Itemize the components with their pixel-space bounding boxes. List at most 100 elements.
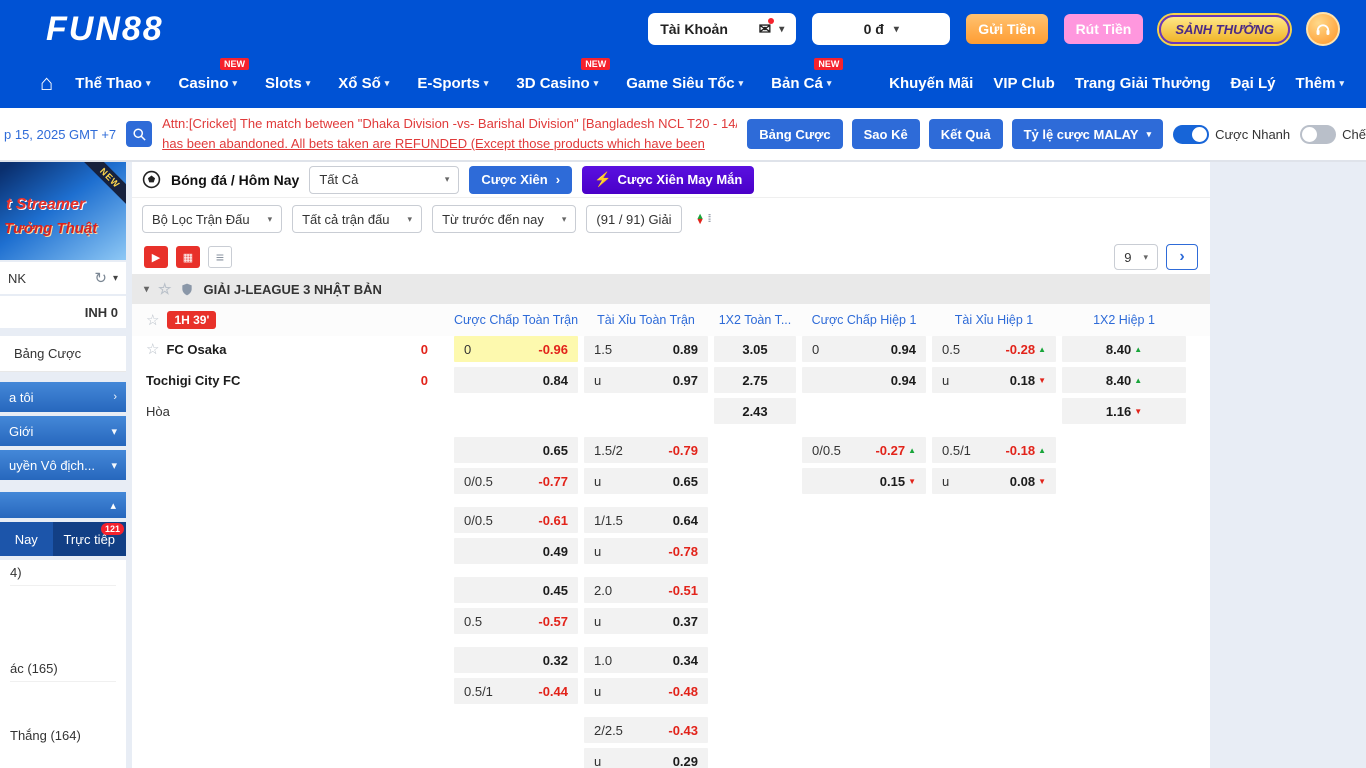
next-page-button[interactable]: › — [1166, 244, 1198, 270]
odds-cell[interactable]: 1/1.50.64 — [584, 507, 708, 533]
support-icon[interactable] — [1306, 12, 1340, 46]
sidebar-market-item[interactable]: ác (165) — [10, 656, 116, 682]
collapse-league-icon[interactable]: ▾ — [144, 284, 149, 295]
nav-item-vip-club[interactable]: VIP Club — [993, 75, 1054, 92]
nav-item-khuy-n-m-i[interactable]: Khuyến Mãi — [889, 75, 973, 92]
sidebar-collapse-button[interactable]: ▴ — [0, 492, 126, 518]
favorite-star-icon[interactable]: ☆ — [146, 311, 159, 329]
tab-live[interactable]: Trực tiếp 121 — [53, 522, 127, 556]
tab-today[interactable]: Nay — [0, 522, 53, 556]
results-button[interactable]: Kết Quả — [929, 119, 1003, 149]
nav-item-i-l[interactable]: Đại Lý — [1230, 75, 1275, 92]
odds-cell[interactable]: u0.97 — [584, 367, 708, 393]
odds-cell[interactable]: 0.65 — [454, 437, 578, 463]
withdraw-button[interactable]: Rút Tiền — [1064, 14, 1144, 44]
time-range-dropdown[interactable]: Từ trước đến nay ▾ — [432, 205, 576, 233]
match-filter-dropdown[interactable]: Bộ Lọc Trận Đấu ▾ — [142, 205, 282, 233]
sidebar-market-item[interactable]: Thắng (164) — [10, 722, 116, 748]
odds-cell[interactable]: 2/2.5-0.43 — [584, 717, 708, 743]
odds-cell[interactable]: 0.94 — [802, 367, 926, 393]
league-count-box[interactable]: (91 / 91) Giải — [586, 205, 681, 233]
sidebar-market-item[interactable]: 4) — [10, 560, 116, 586]
quick-bet-toggle[interactable]: Cược Nhanh — [1173, 125, 1290, 144]
statement-button[interactable]: Sao Kê — [852, 119, 920, 149]
today-filter-dropdown[interactable]: Tất Cả ▾ — [309, 166, 459, 194]
odds-cell[interactable]: 00.94 — [802, 336, 926, 362]
account-dropdown[interactable]: Tài Khoản ✉ ▾ — [648, 13, 796, 45]
odds-cell[interactable]: u-0.48 — [584, 678, 708, 704]
odds-cell[interactable]: 0.5-0.28▲ — [932, 336, 1056, 362]
team-cell: Tochigi City FC0 — [142, 367, 448, 393]
odds-cell[interactable]: 0.5/1-0.18▲ — [932, 437, 1056, 463]
deposit-button[interactable]: Gửi Tiền — [966, 14, 1047, 44]
odds-cell[interactable]: 0/0.5-0.61 — [454, 507, 578, 533]
nav-item-e-sports[interactable]: E-Sports▾ — [417, 75, 488, 92]
grid-view-button[interactable]: ▦ — [176, 246, 200, 268]
odds-cell[interactable]: 8.40▲ — [1062, 367, 1186, 393]
sidebar-item-gi-i[interactable]: Giới▾ — [0, 416, 126, 446]
odds-cell[interactable]: u-0.78 — [584, 538, 708, 564]
nav-item-3d-casino[interactable]: 3D Casino▾NEW — [516, 75, 598, 92]
favorite-star-icon[interactable]: ☆ — [146, 340, 159, 358]
sidebar-item-uy-n-v-ch[interactable]: uyền Vô địch...▾ — [0, 450, 126, 480]
sidebar-item-a-t-i[interactable]: a tôi› — [0, 382, 126, 412]
odds-cell[interactable]: u0.29 — [584, 748, 708, 768]
odds-cell[interactable]: u0.65 — [584, 468, 708, 494]
play-view-button[interactable]: ▶ — [144, 246, 168, 268]
table-toolbar: ▶ ▦ ≡ 9 ▾ › — [132, 240, 1210, 274]
odds-cell[interactable]: 2.43 — [714, 398, 796, 424]
fun88-logo[interactable]: FUN88 — [46, 10, 164, 49]
odds-cell[interactable]: 3.05 — [714, 336, 796, 362]
odds-type-dropdown[interactable]: Tỷ lệ cược MALAY ▾ — [1012, 119, 1164, 149]
odds-cell[interactable]: 1.50.89 — [584, 336, 708, 362]
all-matches-dropdown[interactable]: Tất cả trận đấu ▾ — [292, 205, 422, 233]
odds-cell[interactable]: 2.0-0.51 — [584, 577, 708, 603]
odds-cell[interactable]: 1.00.34 — [584, 647, 708, 673]
nav-item-x-s[interactable]: Xổ Số▾ — [338, 75, 389, 92]
home-icon[interactable]: ⌂ — [40, 72, 53, 94]
nav-item-casino[interactable]: Casino▾NEW — [179, 75, 238, 92]
odds-cell[interactable]: 0.15▼ — [802, 468, 926, 494]
odds-cell[interactable]: 1.16▼ — [1062, 398, 1186, 424]
odds-cell[interactable]: 0.32 — [454, 647, 578, 673]
odds-cell[interactable]: 8.40▲ — [1062, 336, 1186, 362]
odds-cell[interactable]: 1.5/2-0.79 — [584, 437, 708, 463]
nav-item-b-n-c[interactable]: Bản Cá▾NEW — [771, 75, 831, 92]
odds-cell[interactable]: u0.08▼ — [932, 468, 1056, 494]
odds-cell[interactable]: 2.75 — [714, 367, 796, 393]
balance-dropdown[interactable]: 0 đ ▾ — [812, 13, 950, 45]
odds-cell[interactable]: 0.5/1-0.44 — [454, 678, 578, 704]
parlay-button[interactable]: Cược Xiên › — [469, 166, 572, 194]
page-select-dropdown[interactable]: 9 ▾ — [1114, 244, 1158, 270]
nav-item-slots[interactable]: Slots▾ — [265, 75, 310, 92]
nav-item-th-m[interactable]: Thêm▾ — [1295, 75, 1344, 92]
search-button[interactable] — [126, 121, 152, 147]
mode-toggle[interactable]: Chế — [1300, 125, 1366, 144]
nav-item-game-si-u-t-c[interactable]: Game Siêu Tốc▾ — [626, 75, 743, 92]
promo-banner[interactable]: NEW t Streamer Tưởng Thuật — [0, 162, 126, 260]
odds-cell[interactable]: 0.84 — [454, 367, 578, 393]
odds-cell[interactable]: 0.5-0.57 — [454, 608, 578, 634]
rewards-lobby-button[interactable]: SẢNH THƯỞNG — [1159, 15, 1290, 44]
lucky-parlay-button[interactable]: ⚡ Cược Xiên May Mắn — [582, 166, 754, 194]
refresh-icon[interactable]: ↻ — [94, 269, 107, 287]
sort-control[interactable]: ▲▼ ⁞⁞ — [696, 213, 710, 225]
odds-cell[interactable]: u0.18▼ — [932, 367, 1056, 393]
odds-cell[interactable]: 0-0.96 — [454, 336, 578, 362]
odds-cell[interactable]: 0/0.5-0.27▲ — [802, 437, 926, 463]
sidebar-sport-select[interactable]: NK ↻ ▾ — [0, 262, 126, 294]
list-view-button[interactable]: ≡ — [208, 246, 232, 268]
sidebar-betslip-tab[interactable]: Bảng Cược — [0, 336, 126, 372]
nav-item-trang-gi-i-th-ng[interactable]: Trang Giải Thưởng — [1075, 75, 1211, 92]
odds-cell[interactable]: 0/0.5-0.77 — [454, 468, 578, 494]
handicap-value: 1.5/2 — [594, 443, 623, 458]
betslip-button[interactable]: Bảng Cược — [747, 119, 842, 149]
empty-cell — [932, 608, 1056, 634]
odds-cell[interactable]: 0.49 — [454, 538, 578, 564]
nav-item-th-thao[interactable]: Thể Thao▾ — [75, 75, 150, 92]
up-arrow-icon: ▲ — [1134, 376, 1142, 385]
league-star-icon[interactable]: ☆ — [158, 280, 171, 298]
odds-value: 0.84 — [543, 373, 568, 388]
odds-cell[interactable]: 0.45 — [454, 577, 578, 603]
odds-cell[interactable]: u0.37 — [584, 608, 708, 634]
